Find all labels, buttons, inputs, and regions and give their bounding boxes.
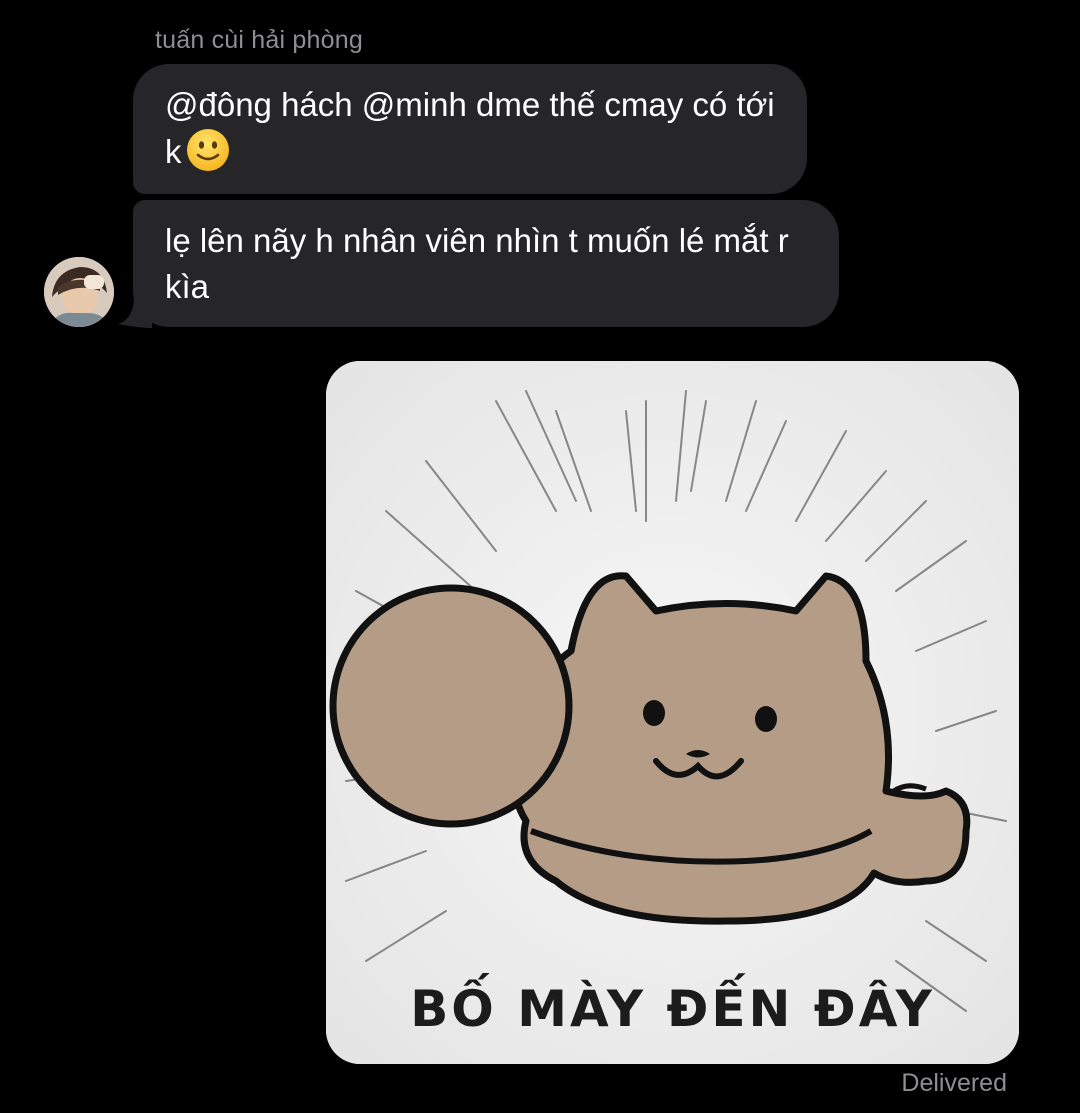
avatar[interactable] (44, 257, 114, 327)
slightly-smiling-face-icon (186, 129, 229, 171)
image-message[interactable]: BỐ MÀY ĐẾN ĐÂY (326, 361, 1019, 1064)
cat-meme-image (326, 361, 1019, 1064)
message-text-2: lẹ lên nãy h nhân viên nhìn t muốn lé mắ… (165, 222, 789, 305)
meme-caption: BỐ MÀY ĐẾN ĐÂY (410, 980, 935, 1038)
bubble-tail (118, 300, 152, 328)
sender-name: tuấn cùi hải phòng (155, 26, 363, 54)
message-text-1: @đông hách @minh dme thế cmay có tới k (165, 86, 775, 170)
delivery-status: Delivered (901, 1069, 1007, 1097)
message-bubble-1[interactable]: @đông hách @minh dme thế cmay có tới k (133, 64, 807, 194)
avatar-photo (44, 257, 114, 327)
message-bubble-2[interactable]: lẹ lên nãy h nhân viên nhìn t muốn lé mắ… (133, 200, 839, 327)
